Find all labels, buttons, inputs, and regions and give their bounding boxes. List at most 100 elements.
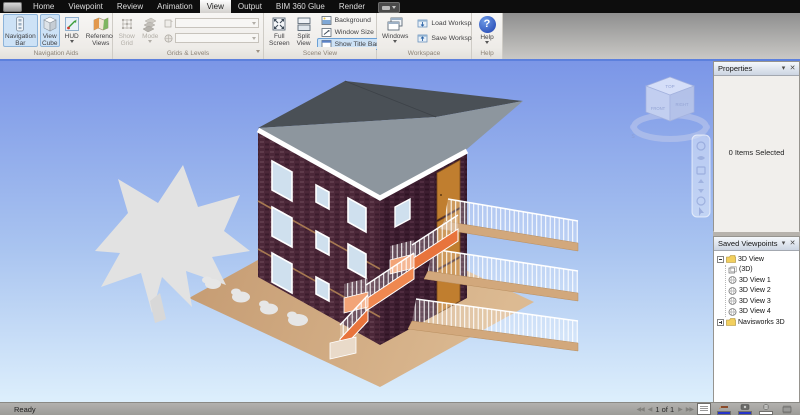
chevron-down-icon [392, 6, 397, 9]
previous-sheet-button[interactable]: ◀ [648, 406, 653, 413]
pencil-icon [718, 405, 728, 409]
status-bar: Ready ◀◀ ◀ 1 of 1 ▶ ▶▶ [0, 402, 800, 415]
panel-menu-icon[interactable]: ▾ [779, 63, 788, 74]
navisworks-window: Home Viewpoint Review Animation View Out… [0, 0, 800, 415]
grids-levels-dialog-launcher[interactable] [256, 50, 260, 53]
tree-item-label: 3D View 2 [739, 287, 771, 295]
navigation-bar-label: Navigation Bar [5, 33, 36, 47]
group-navigation-aids: Navigation Bar View Cube HUD Reference V… [0, 13, 116, 59]
tab-home[interactable]: Home [26, 0, 61, 13]
collapse-icon[interactable] [717, 255, 724, 263]
memory-chip-icon [782, 405, 791, 413]
grid-level-combo-2[interactable] [175, 33, 259, 43]
group-label-navigation-aids: Navigation Aids [0, 47, 112, 59]
viewpoint-icon [728, 307, 737, 316]
properties-titlebar[interactable]: Properties ▾ ✕ [714, 62, 799, 76]
properties-body: 0 Items Selected [714, 76, 799, 232]
folder-icon [726, 255, 736, 264]
viewcube-front-face[interactable]: FRONT [651, 106, 666, 111]
grid-mode-button[interactable]: Mode [140, 14, 162, 47]
chevron-down-icon [69, 40, 74, 43]
scene-canvas[interactable]: S E TOP FRONT RIGHT [0, 61, 713, 402]
navigation-bar-button[interactable]: Navigation Bar [3, 14, 38, 47]
web-progress-indicator [757, 403, 774, 415]
show-grid-icon [121, 18, 132, 30]
properties-title: Properties [718, 64, 753, 73]
show-grid-button[interactable]: Show Grid [116, 14, 138, 47]
tree-item-3d-view-3[interactable]: 3D View 3 [728, 296, 799, 307]
ribbon-display-icon [382, 5, 391, 10]
chevron-down-icon [393, 40, 398, 43]
tree-item-3d-view-folder[interactable]: 3D View [717, 254, 799, 265]
help-label: Help [480, 34, 494, 41]
group-label-grids-levels: Grids & Levels [113, 47, 263, 59]
tree-item-label: 3D View 4 [739, 308, 771, 316]
viewpoint-icon [728, 286, 737, 295]
help-icon: ? [478, 16, 496, 33]
grid-mode-label: Mode [142, 33, 159, 40]
status-ready-text: Ready [14, 404, 36, 414]
view-cube-button[interactable]: View Cube [39, 14, 60, 47]
viewcube-right-face[interactable]: RIGHT [675, 102, 688, 107]
full-screen-label: Full Screen [269, 33, 290, 47]
full-screen-button[interactable]: Full Screen [267, 14, 292, 47]
tree-item-3d-view-4[interactable]: 3D View 4 [728, 307, 799, 318]
group-scene-view: Full Screen Split View Background Window… [264, 13, 386, 59]
panel-menu-icon[interactable]: ▾ [779, 238, 788, 249]
close-icon[interactable]: ✕ [788, 63, 797, 74]
help-button[interactable]: ? Help [475, 14, 499, 47]
viewcube-top-face[interactable]: TOP [665, 84, 674, 89]
scene-viewport[interactable]: S E TOP FRONT RIGHT [0, 61, 713, 402]
camera-box-icon [728, 266, 737, 274]
tree-item-navisworks-3d-folder[interactable]: Navisworks 3D [717, 317, 799, 328]
window-size-button[interactable]: Window Size [317, 26, 386, 38]
reference-views-label: Reference Views [85, 33, 116, 47]
tree-item-3d-view-1[interactable]: 3D View 1 [728, 275, 799, 286]
tab-render[interactable]: Render [332, 0, 372, 13]
load-workspace-icon [417, 19, 428, 27]
close-icon[interactable]: ✕ [788, 238, 797, 249]
navigation-bar-widget[interactable] [691, 134, 711, 218]
windows-icon [387, 17, 403, 31]
last-sheet-button[interactable]: ▶▶ [686, 406, 694, 413]
tree-item-label: 3D View [738, 255, 764, 263]
window-size-label: Window Size [334, 28, 374, 36]
tab-view[interactable]: View [199, 0, 231, 13]
tab-viewpoint[interactable]: Viewpoint [61, 0, 110, 13]
application-menu-icon[interactable] [3, 2, 22, 12]
tree-item-3d-view-2[interactable]: 3D View 2 [728, 286, 799, 297]
tab-output[interactable]: Output [231, 0, 269, 13]
ribbon-display-options-button[interactable] [378, 2, 401, 13]
tab-animation[interactable]: Animation [150, 0, 200, 13]
navigation-bar-icon [16, 16, 25, 32]
grid-mode-icon [142, 17, 157, 32]
level-below-icon [164, 34, 173, 42]
tab-bim360glue[interactable]: BIM 360 Glue [269, 0, 332, 13]
tree-item-label: Navisworks 3D [738, 318, 785, 326]
globe-icon [762, 403, 769, 410]
folder-icon [726, 318, 736, 327]
saved-viewpoints-titlebar[interactable]: Saved Viewpoints ▾ ✕ [714, 237, 799, 251]
first-sheet-button[interactable]: ◀◀ [637, 406, 645, 413]
windows-button[interactable]: Windows [380, 14, 410, 47]
disk-progress-indicator [736, 403, 753, 415]
split-view-button[interactable]: Split View [294, 14, 314, 50]
full-screen-icon [272, 17, 286, 31]
background-button[interactable]: Background [317, 14, 386, 26]
next-sheet-button[interactable]: ▶ [678, 406, 683, 413]
grid-level-combo-1[interactable] [175, 18, 259, 28]
viewpoint-icon [728, 276, 737, 285]
view-cube-label: View Cube [41, 33, 58, 47]
tree-item-3d-camera[interactable]: (3D) [728, 265, 799, 276]
viewpoint-icon [728, 297, 737, 306]
hud-button[interactable]: HUD [62, 14, 82, 47]
background-label: Background [334, 16, 371, 24]
sheet-browser-icon[interactable] [697, 403, 711, 415]
expand-icon[interactable] [717, 318, 724, 326]
chevron-down-icon [252, 36, 256, 40]
hud-icon [64, 17, 79, 31]
group-label-workspace: Workspace [377, 47, 471, 59]
tab-review[interactable]: Review [110, 0, 150, 13]
save-workspace-icon [417, 34, 428, 42]
show-grid-label: Show Grid [118, 33, 135, 47]
